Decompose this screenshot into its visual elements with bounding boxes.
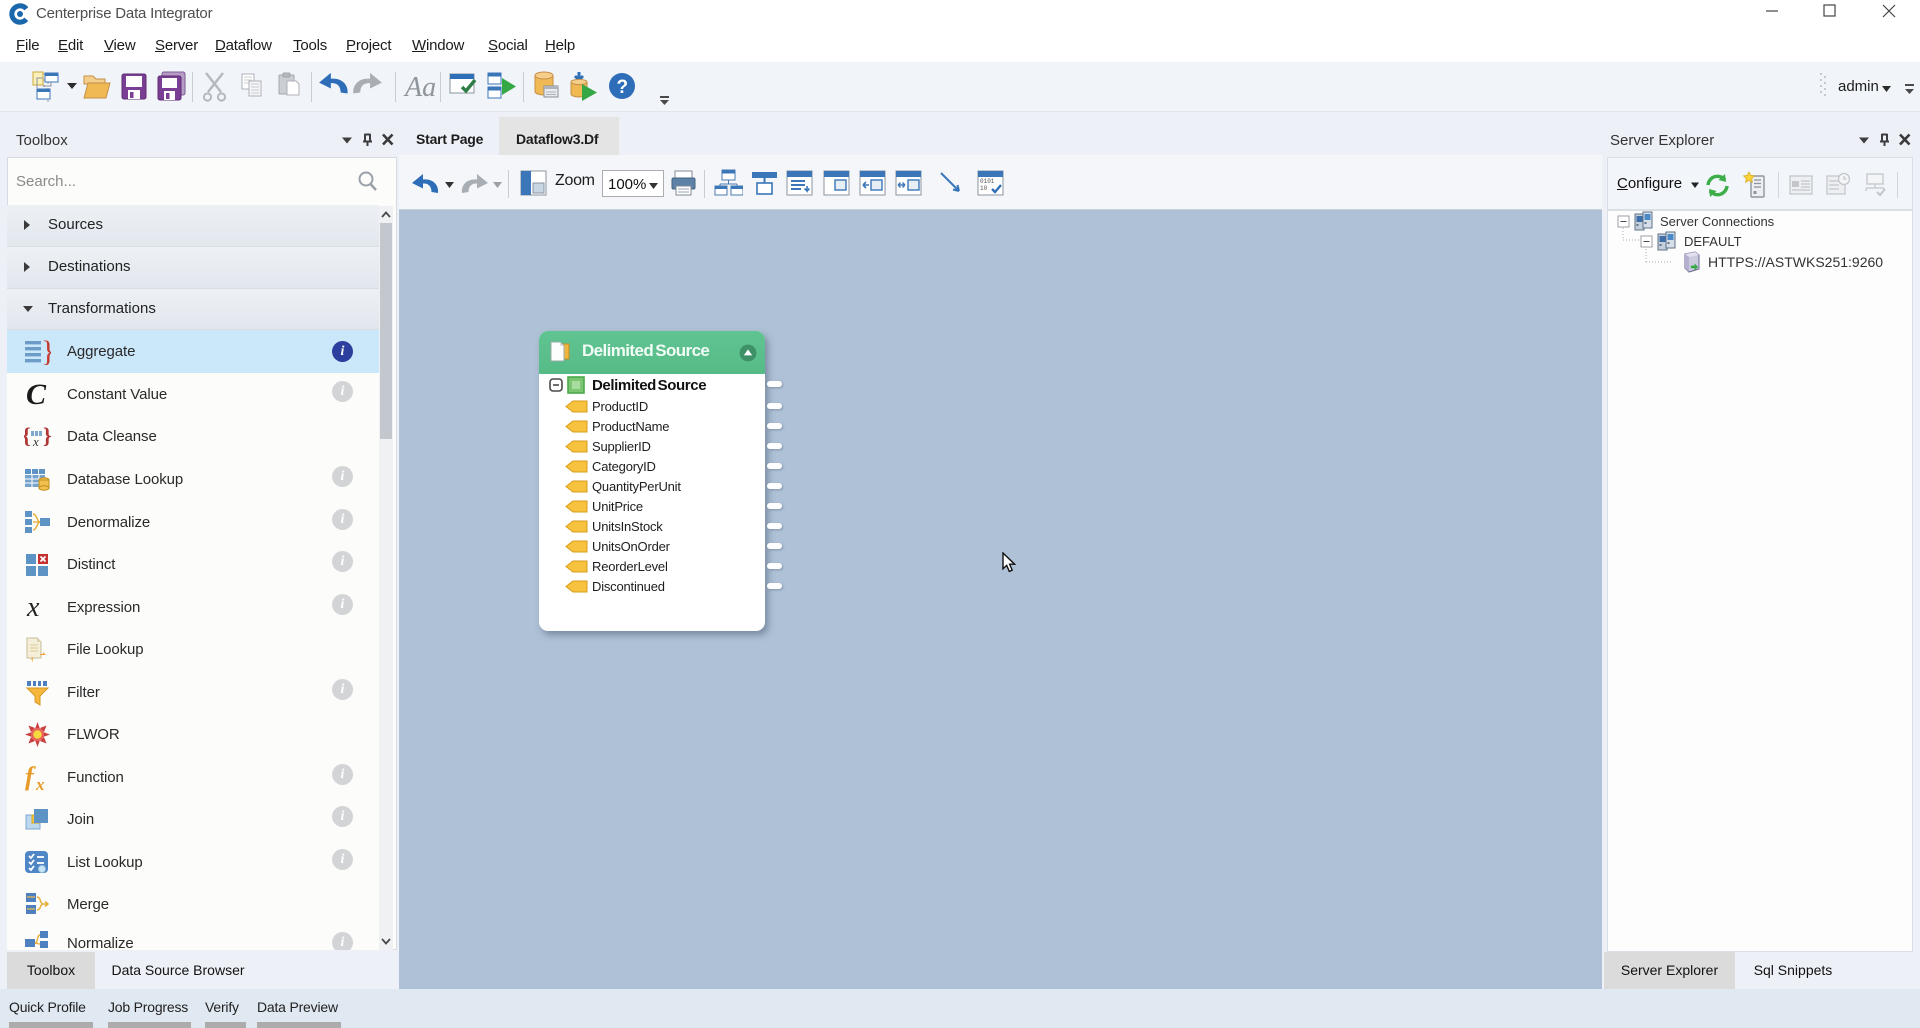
svg-text:HTTPS://ASTWKS251:9260: HTTPS://ASTWKS251:9260 (1708, 254, 1883, 270)
svg-text:f: f (25, 764, 36, 791)
svg-text:C: C (26, 381, 47, 408)
svg-text:?: ? (617, 77, 629, 98)
svg-text:0101: 0101 (980, 178, 995, 185)
svg-text:10: 10 (980, 185, 988, 192)
svg-text:{: { (24, 423, 31, 448)
svg-text:Aa: Aa (403, 72, 436, 103)
svg-text:x: x (26, 594, 40, 621)
svg-text:x: x (35, 775, 45, 791)
svg-text:x: x (32, 434, 39, 449)
svg-text:DEFAULT: DEFAULT (1684, 234, 1742, 249)
svg-text:}: } (43, 423, 51, 448)
svg-text:}: } (41, 338, 51, 365)
svg-text:Server Connections: Server Connections (1660, 214, 1775, 229)
